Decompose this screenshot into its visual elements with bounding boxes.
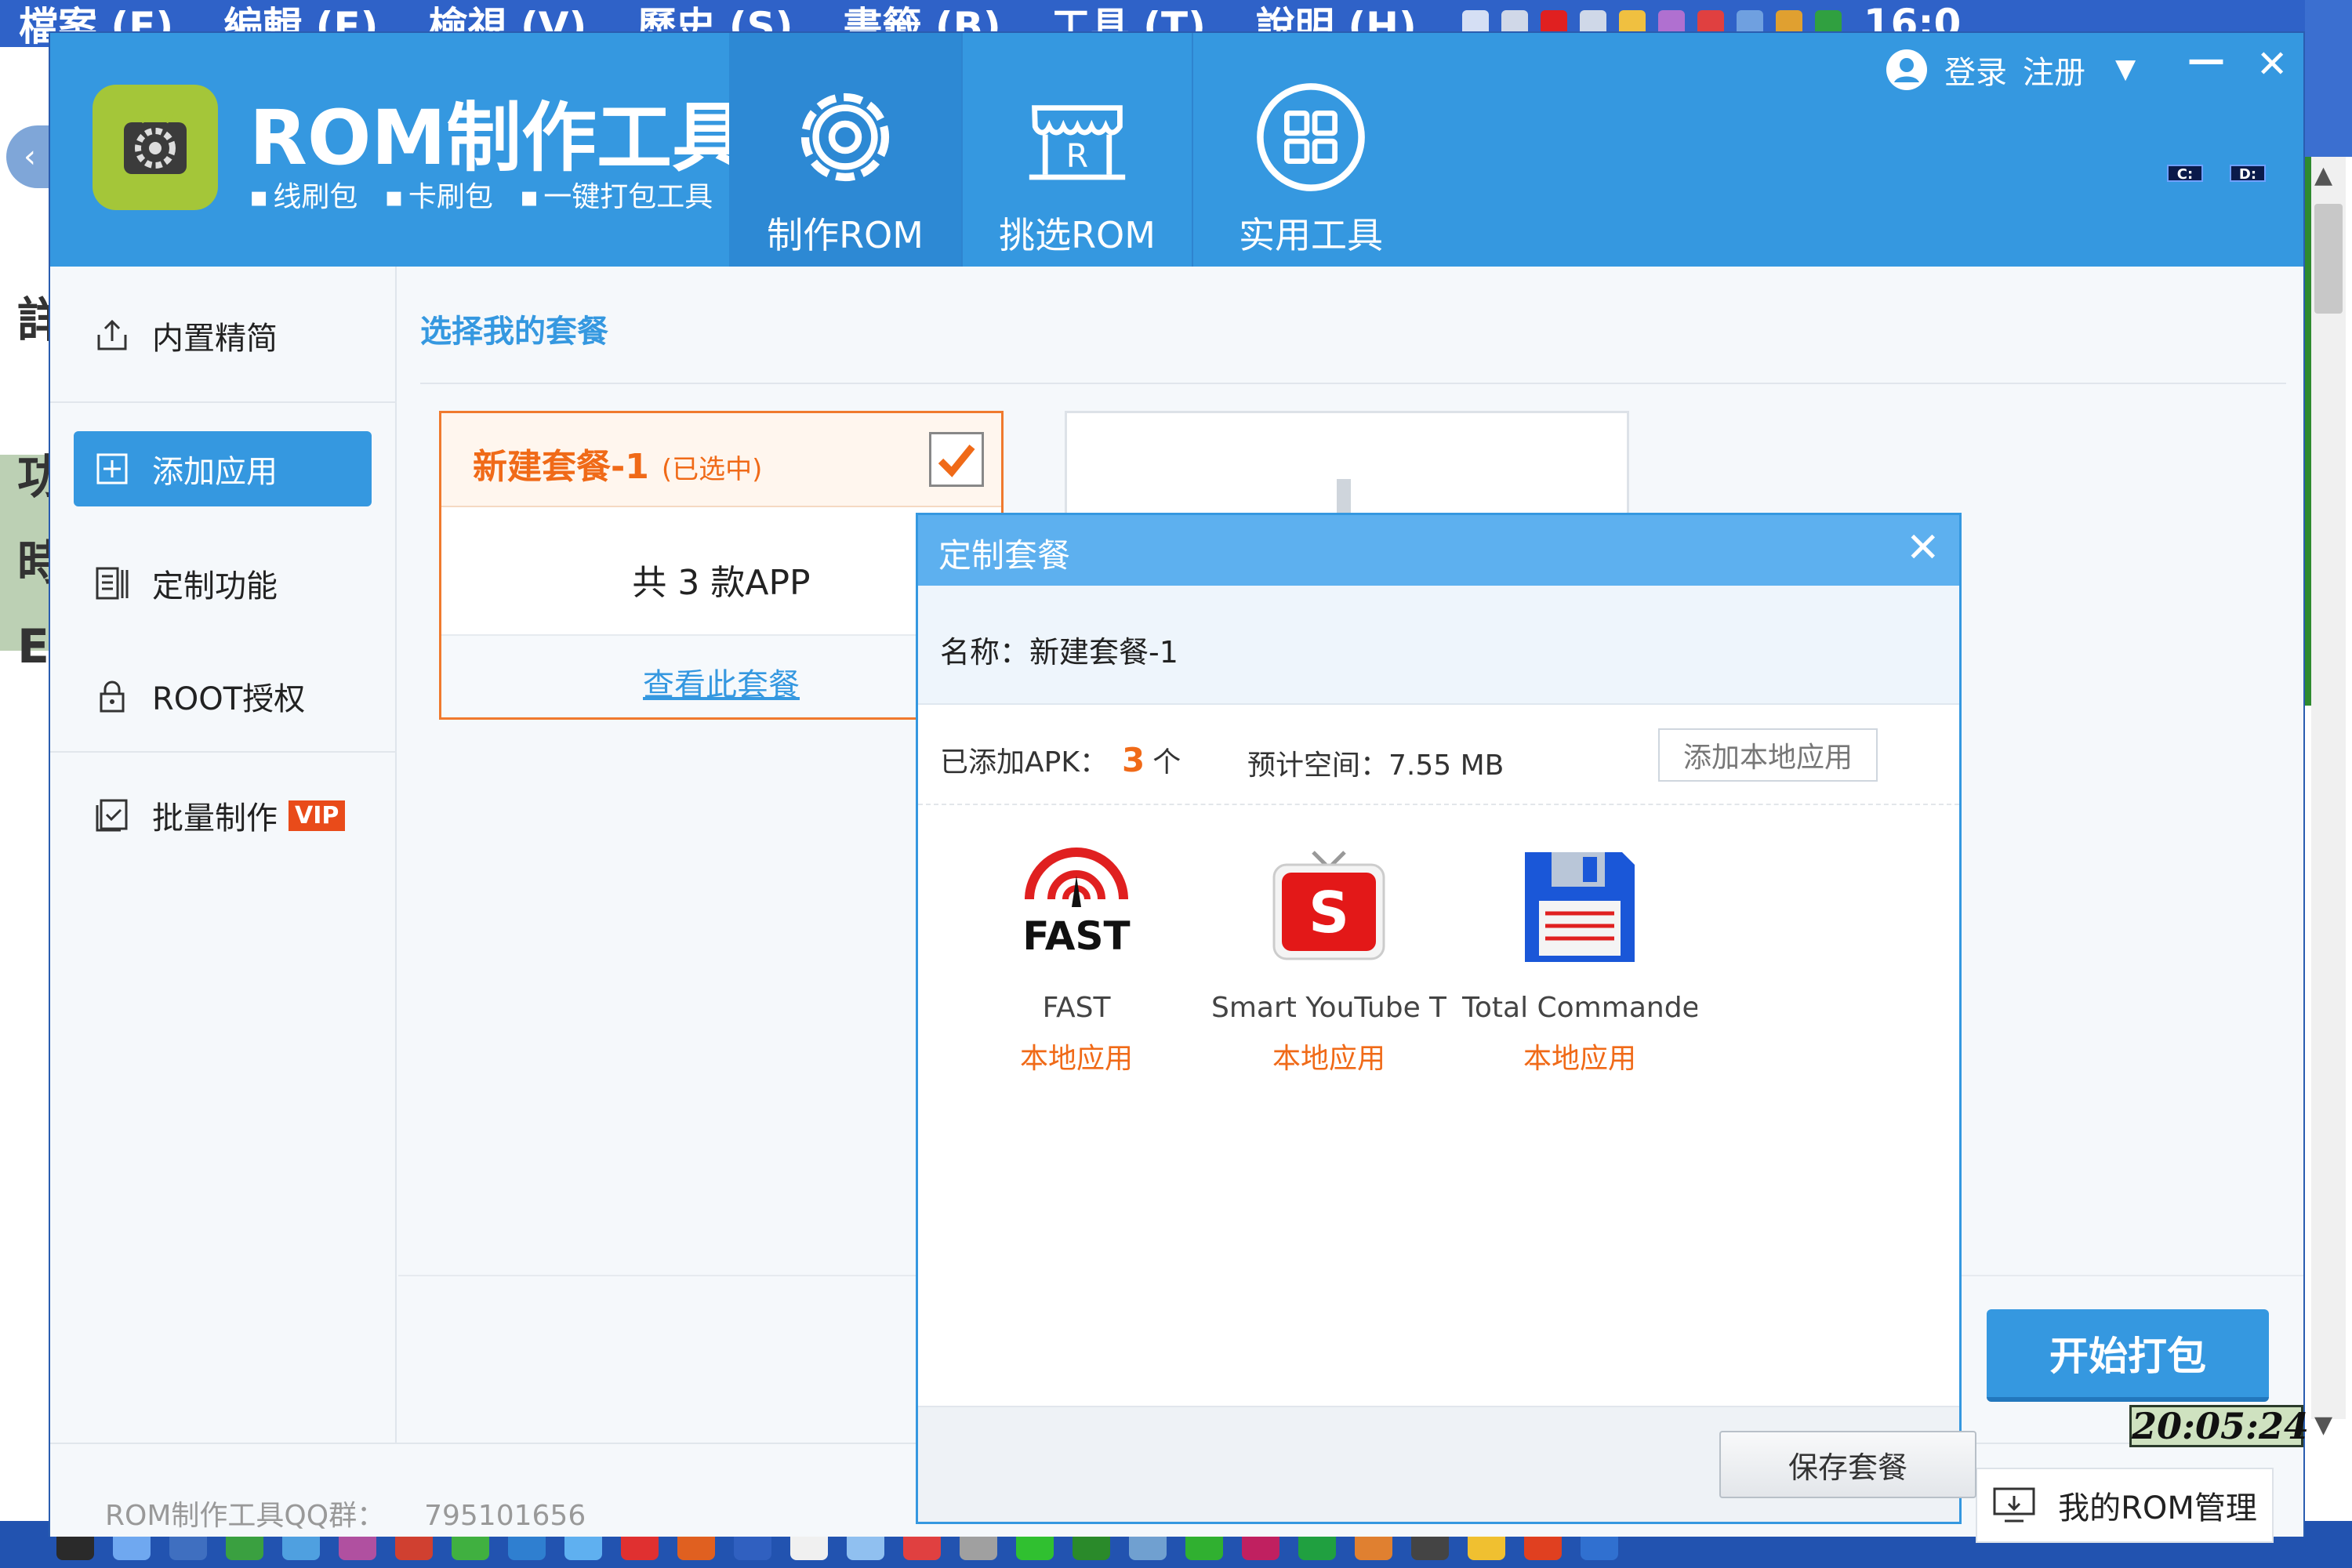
sidebar-divider <box>50 751 397 753</box>
app-tile-fast[interactable]: FAST FAST 本地应用 <box>959 844 1194 1103</box>
android-logo-icon <box>93 85 218 210</box>
app-tile-smart-youtube[interactable]: S Smart YouTube TV 本地应用 <box>1211 844 1446 1103</box>
rom-store-icon: R <box>1029 105 1126 180</box>
nav-make-rom-label: 制作ROM <box>767 214 924 256</box>
scroll-down-icon[interactable]: ▼ <box>2314 1411 2332 1439</box>
floppy-disk-icon <box>1525 852 1635 962</box>
app-title: ROM制作工具 <box>249 94 748 182</box>
nav-utilities[interactable]: 实用工具 <box>1195 33 1427 267</box>
sidebar-divider <box>50 401 397 403</box>
app-name: FAST <box>1042 992 1111 1024</box>
dialog-title: 定制套餐 <box>938 536 1071 575</box>
sidebar-item-label: ROOT授权 <box>152 681 306 717</box>
sidebar-item-add-app[interactable]: 添加应用 <box>74 431 372 506</box>
add-local-app-button[interactable]: 添加本地应用 <box>1658 728 1878 782</box>
close-icon[interactable]: ✕ <box>1906 524 1940 572</box>
plus-box-icon <box>96 453 128 485</box>
package-card-header: 新建套餐-1 (已选中) <box>441 413 1001 507</box>
qq-group-number: 795101656 <box>424 1500 586 1532</box>
grid-icon <box>1257 83 1365 191</box>
sidebar-item-label: 内置精简 <box>152 321 278 357</box>
clock-overlay: 20:05:24 <box>2129 1405 2309 1447</box>
back-arrow-icon[interactable]: ‹ <box>6 125 53 188</box>
custom-icon <box>96 567 129 600</box>
register-link[interactable]: 注册 <box>2023 47 2085 93</box>
background-right-accent <box>2305 157 2311 706</box>
qq-group-label: ROM制作工具QQ群： <box>105 1500 386 1532</box>
scrollbar-thumb[interactable] <box>2314 204 2343 314</box>
app-subtitle: 线刷包 卡刷包 一键打包工具 <box>249 174 739 215</box>
subtitle-item: 卡刷包 <box>384 174 493 215</box>
my-rom-manager-label: 我的ROM管理 <box>2058 1490 2257 1526</box>
window-header: ROM制作工具 线刷包 卡刷包 一键打包工具 制作ROM R 挑选ROM <box>50 33 2303 267</box>
start-packing-button[interactable]: 开始打包 <box>1987 1309 2269 1402</box>
my-rom-manager-button[interactable]: 我的ROM管理 <box>1976 1468 2274 1543</box>
sidebar-item-builtin-slim[interactable]: 内置精简 <box>74 298 372 373</box>
package-name-text: 新建套餐-1 <box>473 447 649 487</box>
svg-text:R: R <box>1066 136 1088 174</box>
export-icon <box>97 319 127 350</box>
subtitle-item: 线刷包 <box>249 174 358 215</box>
nav-pick-rom-label: 挑选ROM <box>999 214 1156 256</box>
sidebar-item-root[interactable]: ROOT授权 <box>74 659 372 734</box>
scroll-up-icon[interactable]: ▲ <box>2314 162 2332 189</box>
nav-pick-rom[interactable]: R 挑选ROM <box>961 33 1193 267</box>
monitor-icon <box>1993 1487 2035 1523</box>
section-title: 选择我的套餐 <box>420 314 608 350</box>
user-area: 登录 注册 <box>1885 47 2085 93</box>
app-source: 本地应用 <box>1523 1043 1636 1075</box>
minimize-icon[interactable]: — <box>2187 38 2225 82</box>
app-name: Smart YouTube TV <box>1211 992 1446 1024</box>
sidebar-item-custom-features[interactable]: 定制功能 <box>74 546 372 621</box>
svg-text:S: S <box>1308 880 1349 946</box>
user-avatar-icon[interactable] <box>1885 48 1929 92</box>
custom-package-dialog: 定制套餐 ✕ 名称：新建套餐-1 已添加APK： 3 个 预计空间：7.55 MB … <box>916 513 1976 1524</box>
package-checkbox[interactable] <box>929 432 984 487</box>
vip-badge: VIP <box>289 800 346 831</box>
save-package-button[interactable]: 保存套餐 <box>1719 1431 1976 1498</box>
app-source: 本地应用 <box>1019 1043 1133 1075</box>
fast-speedtest-icon: FAST <box>1022 848 1131 959</box>
package-name: 新建套餐-1 (已选中) <box>473 438 762 488</box>
chevron-down-icon[interactable]: ▼ <box>2115 53 2136 85</box>
page-scrollbar[interactable] <box>2311 157 2346 1419</box>
smart-youtube-icon: S <box>1272 851 1385 960</box>
added-apk-unit: 个 <box>1152 746 1181 779</box>
background-page-left: ‹ 詳 功 時 E <box>0 47 64 1521</box>
drive-c-indicator: C: <box>2167 165 2203 183</box>
drive-d-indicator: D: <box>2230 165 2266 183</box>
estimated-space: 预计空间：7.55 MB <box>1247 750 1504 782</box>
sidebar-item-label: 定制功能 <box>152 568 278 604</box>
bg-text-4: E <box>17 619 49 674</box>
section-divider <box>420 383 2286 384</box>
package-selected-status: (已选中) <box>661 454 763 485</box>
subtitle-item: 一键打包工具 <box>520 174 713 215</box>
login-link[interactable]: 登录 <box>1944 47 2007 93</box>
checklist-icon <box>96 799 128 832</box>
app-tile-total-commander[interactable]: Total Commander 本地应用 <box>1462 844 1697 1103</box>
qq-group-info: ROM制作工具QQ群： 795101656 <box>105 1493 586 1534</box>
sidebar-item-batch[interactable]: 批量制作 VIP <box>74 778 372 853</box>
dialog-stats-row: 已添加APK： 3 个 预计空间：7.55 MB 添加本地应用 <box>918 705 1959 805</box>
checkmark-icon <box>938 445 975 477</box>
background-right-strip <box>2305 0 2352 157</box>
app-source: 本地应用 <box>1272 1043 1385 1075</box>
app-name: Total Commander <box>1462 992 1697 1024</box>
sidebar-item-label: 添加应用 <box>152 454 278 490</box>
nav-make-rom[interactable]: 制作ROM <box>729 33 961 267</box>
gear-icon <box>800 93 890 182</box>
lock-icon <box>100 681 125 713</box>
svg-text:FAST: FAST <box>1022 913 1130 959</box>
package-name-label: 名称：新建套餐-1 <box>940 635 1178 670</box>
sidebar-item-label: 批量制作 <box>152 800 278 837</box>
added-apk-label: 已添加APK： <box>940 746 1108 779</box>
dialog-name-row: 名称：新建套餐-1 <box>918 586 1959 705</box>
close-icon[interactable]: ✕ <box>2256 42 2288 86</box>
dialog-footer: 保存套餐 <box>918 1406 1976 1522</box>
sidebar: 内置精简 添加应用 定制功能 ROOT授权 批量制作 VIP <box>50 267 397 1537</box>
added-apk-count: 已添加APK： 3 个 <box>940 739 1181 780</box>
dialog-header: 定制套餐 ✕ <box>918 515 1959 586</box>
added-apk-number: 3 <box>1121 741 1145 779</box>
nav-utilities-label: 实用工具 <box>1239 214 1383 256</box>
